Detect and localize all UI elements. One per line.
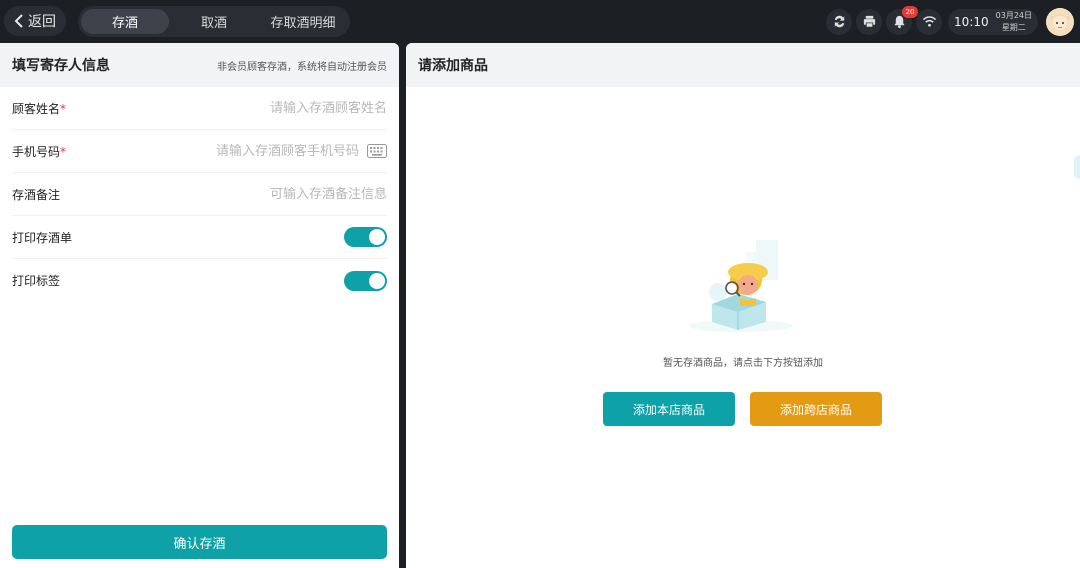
print-label-label: 打印标签 <box>12 274 61 288</box>
clock: 10:10 03月24日 星期二 <box>948 8 1038 35</box>
remark-input[interactable] <box>167 186 387 202</box>
phone-input[interactable] <box>189 143 359 159</box>
tab-deposit[interactable]: 存酒 <box>81 9 169 34</box>
product-panel: 请添加商品 暂无存酒商品，请点击下方按钮添加 添加本店商品 添加跨店商品 <box>406 43 1080 568</box>
notification-button[interactable]: 20 <box>886 5 919 35</box>
product-panel-title: 请添加商品 <box>418 58 488 74</box>
customer-name-label: 顾客姓名* <box>12 101 67 116</box>
back-button[interactable]: 返回 <box>4 6 66 36</box>
printer-button[interactable] <box>856 8 883 35</box>
print-label-row: 打印标签 <box>12 259 387 302</box>
top-bar: 返回 存酒 取酒 存取酒明细 20 10:10 03月24日 星期二 <box>0 0 1080 43</box>
weekday-text: 星期二 <box>1001 22 1026 32</box>
tab-records[interactable]: 存取酒明细 <box>259 9 347 34</box>
phone-input-wrap <box>189 143 387 159</box>
clock-date: 03月24日 星期二 <box>996 10 1032 34</box>
required-mark: * <box>60 144 67 159</box>
sync-button[interactable] <box>826 8 853 35</box>
back-label: 返回 <box>28 14 56 30</box>
customer-name-input[interactable] <box>167 100 387 116</box>
sync-icon <box>834 15 844 28</box>
avatar[interactable] <box>1046 7 1074 36</box>
empty-box-illustration-icon <box>689 240 793 332</box>
customer-name-row: 顾客姓名* <box>12 87 387 130</box>
remark-row: 存酒备注 <box>12 173 387 216</box>
chevron-left-icon <box>14 14 23 28</box>
print-receipt-row: 打印存酒单 <box>12 216 387 259</box>
printer-icon <box>863 15 875 28</box>
required-mark: * <box>60 101 67 116</box>
member-hint: 非会员顾客存酒，系统将自动注册会员 <box>217 61 387 73</box>
status-area: 20 10:10 03月24日 星期二 <box>822 5 1074 37</box>
phone-label: 手机号码* <box>12 144 67 159</box>
product-panel-header: 请添加商品 <box>406 43 1080 87</box>
depositor-info-panel: 填写寄存人信息 非会员顾客存酒，系统将自动注册会员 顾客姓名* 手机号码* 存酒… <box>0 43 399 568</box>
depositor-panel-header: 填写寄存人信息 非会员顾客存酒，系统将自动注册会员 <box>0 43 399 87</box>
user-avatar-icon <box>1046 7 1074 36</box>
tab-bar: 存酒 取酒 存取酒明细 <box>78 6 350 37</box>
toggle-knob <box>369 272 385 289</box>
phone-row: 手机号码* <box>12 130 387 173</box>
confirm-deposit-button[interactable]: 确认存酒 <box>12 525 387 559</box>
print-receipt-label: 打印存酒单 <box>12 230 73 245</box>
wifi-icon <box>922 16 936 27</box>
add-cross-store-product-button[interactable]: 添加跨店商品 <box>750 392 882 426</box>
notification-badge: 20 <box>902 5 919 18</box>
print-receipt-toggle[interactable] <box>344 227 387 247</box>
add-local-product-button[interactable]: 添加本店商品 <box>603 392 735 426</box>
remark-label: 存酒备注 <box>12 187 61 202</box>
clock-time: 10:10 <box>954 14 989 29</box>
wifi-status <box>916 8 943 35</box>
keyboard-icon[interactable] <box>367 144 387 158</box>
empty-state-text: 暂无存酒商品，请点击下方按钮添加 <box>663 358 823 369</box>
tab-withdraw[interactable]: 取酒 <box>169 9 259 34</box>
floating-edge-handle[interactable] <box>1074 155 1080 179</box>
toggle-knob <box>369 229 385 245</box>
print-label-toggle[interactable] <box>344 270 387 291</box>
date-text: 03月24日 <box>995 10 1032 20</box>
panel-title: 填写寄存人信息 <box>12 58 110 74</box>
